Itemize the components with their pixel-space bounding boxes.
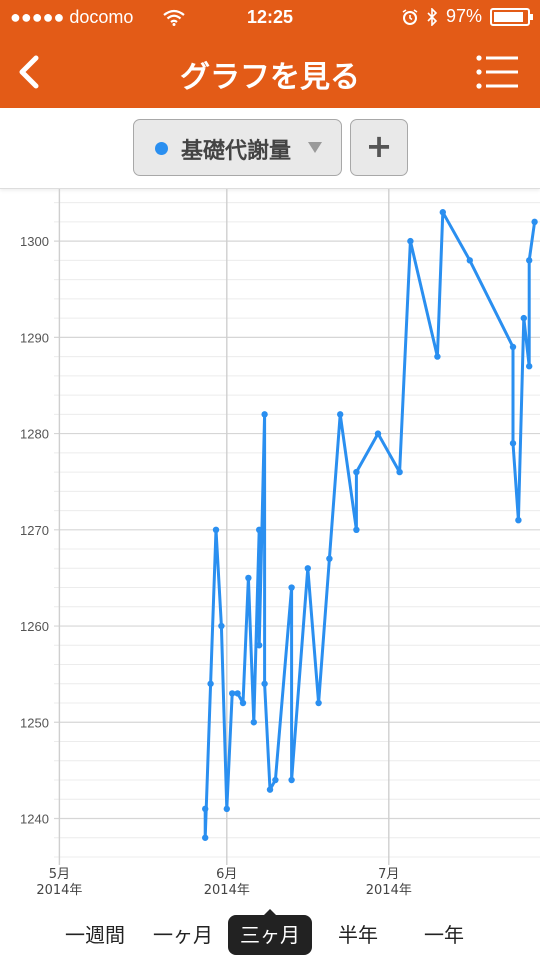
battery-percent: 97% (445, 6, 482, 26)
series-color-dot (155, 142, 168, 155)
data-point (531, 218, 538, 226)
data-point (261, 411, 268, 418)
range-option-6months[interactable]: 半年 (326, 915, 390, 955)
x-tick-year-label: 2014年 (204, 883, 250, 898)
y-tick-label: 1300 (20, 234, 49, 249)
range-option-1month[interactable]: 一ヶ月 (146, 915, 220, 955)
data-point (256, 526, 263, 534)
data-point (526, 363, 533, 370)
data-point (509, 343, 517, 351)
range-option-1year[interactable]: 一年 (412, 915, 476, 955)
x-tick-year-label: 2014年 (36, 883, 82, 898)
data-point (234, 690, 241, 697)
data-point (315, 699, 322, 707)
data-point (288, 776, 295, 784)
data-point (466, 257, 473, 264)
data-point (202, 805, 209, 813)
data-point (407, 237, 414, 245)
data-point (515, 516, 522, 524)
data-point (256, 642, 263, 649)
data-point (304, 565, 311, 572)
data-point (509, 440, 517, 447)
add-metric-button[interactable]: + (350, 119, 408, 176)
data-point (520, 314, 527, 322)
data-point (353, 468, 360, 476)
graph-toolbar: 基礎代謝量 + (0, 108, 540, 189)
alarm-icon (402, 8, 418, 25)
data-point (326, 555, 333, 562)
metric-selector-dropdown[interactable]: 基礎代謝量 (133, 119, 342, 176)
line-chart[interactable]: 12401250126012701280129013005月2014年6月201… (0, 189, 540, 903)
battery-icon (490, 7, 533, 26)
data-point (526, 257, 533, 264)
data-point (272, 776, 279, 784)
x-tick-month-label: 6月 (216, 867, 237, 882)
bluetooth-icon (427, 7, 438, 26)
nav-bar: グラフを見る (0, 36, 540, 108)
range-option-1week[interactable]: 一週間 (58, 915, 132, 955)
data-point (337, 411, 344, 418)
x-tick-month-label: 5月 (49, 867, 70, 882)
data-point (223, 805, 230, 813)
data-point (239, 699, 247, 707)
x-tick-year-label: 2014年 (366, 883, 412, 898)
data-point (396, 468, 403, 476)
data-point (434, 353, 441, 360)
metric-selector-label: 基礎代謝量 (181, 139, 292, 164)
data-point (353, 526, 360, 534)
y-tick-label: 1250 (20, 715, 49, 730)
page-title: グラフを見る (180, 60, 360, 95)
data-point (202, 834, 209, 841)
status-bar: ●●●●● docomo 12:25 97% (0, 0, 540, 36)
data-point (207, 680, 214, 687)
y-tick-label: 1290 (20, 330, 49, 345)
x-tick-month-label: 7月 (378, 867, 399, 882)
y-tick-label: 1240 (20, 812, 49, 827)
data-point (218, 622, 225, 630)
data-point (250, 719, 257, 726)
data-point (439, 209, 446, 216)
data-point (266, 786, 274, 793)
data-point (261, 680, 268, 687)
data-point (288, 584, 295, 591)
y-tick-label: 1280 (20, 427, 49, 442)
list-menu-icon[interactable] (476, 54, 518, 90)
series-line (203, 210, 537, 840)
data-point (245, 574, 252, 582)
y-tick-label: 1260 (20, 619, 49, 634)
range-option-3months[interactable]: 三ヶ月 (228, 909, 312, 955)
data-point (212, 526, 220, 534)
data-point (374, 430, 382, 437)
time-range-selector: 一週間 一ヶ月 三ヶ月 半年 一年 (0, 905, 540, 960)
y-tick-label: 1270 (20, 523, 49, 538)
dropdown-caret-icon (308, 142, 322, 153)
